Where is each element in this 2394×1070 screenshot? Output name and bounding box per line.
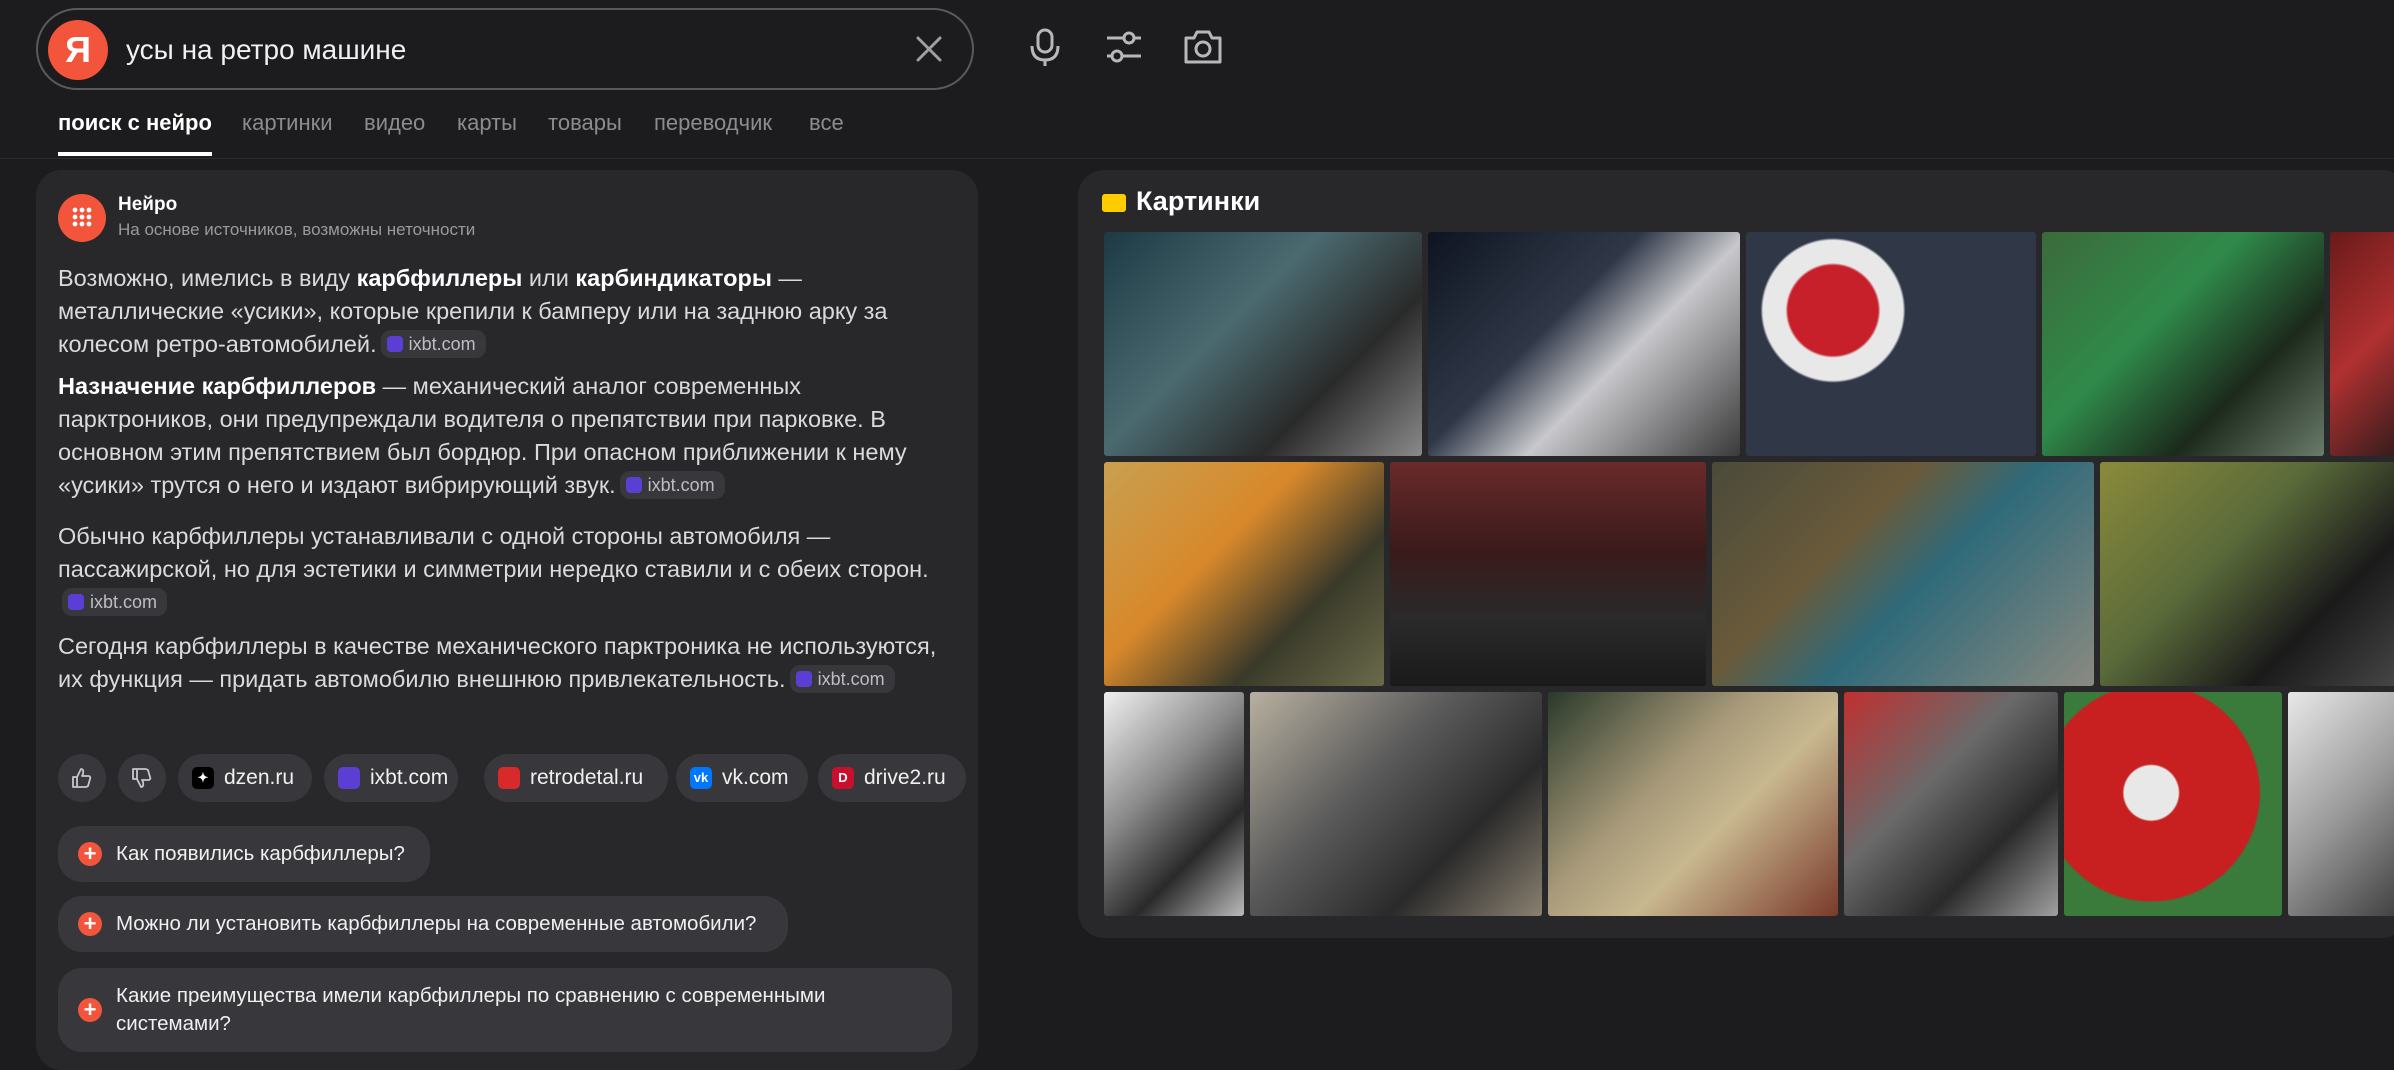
followup-question[interactable]: + Можно ли установить карбфиллеры на сов… (58, 896, 788, 952)
images-icon (1102, 194, 1126, 212)
neuro-avatar (58, 194, 106, 242)
active-tab-indicator (58, 152, 212, 156)
image-thumbnail[interactable] (1104, 692, 1244, 916)
ixbt-icon (795, 671, 812, 687)
neuro-title: Нейро (118, 194, 178, 215)
image-thumbnail[interactable] (1746, 232, 2036, 456)
yandex-logo[interactable]: Я (48, 20, 108, 80)
neuro-disclaimer: На основе источников, возможны неточност… (118, 220, 476, 239)
source-chip-vk[interactable]: vk vk.com (676, 754, 808, 802)
image-thumbnail[interactable] (1104, 462, 1384, 686)
tab-maps[interactable]: карты (457, 110, 517, 136)
image-thumbnail[interactable] (1390, 462, 1706, 686)
microphone-icon[interactable] (1022, 24, 1068, 70)
header-divider (0, 158, 2394, 159)
images-block: Картинки (1078, 170, 2394, 938)
search-box[interactable]: Я усы на ретро машине (36, 8, 974, 90)
plus-icon: + (78, 998, 102, 1022)
ixbt-icon (625, 477, 642, 493)
answer-paragraph: Назначение карбфиллеров — механический а… (58, 373, 907, 499)
retrodetal-icon (498, 767, 520, 789)
source-badge[interactable]: ixbt.com (380, 330, 486, 358)
tab-neuro[interactable]: поиск с нейро (58, 110, 212, 136)
camera-icon[interactable] (1180, 24, 1226, 70)
tab-images[interactable]: картинки (242, 110, 333, 136)
close-icon[interactable] (908, 28, 950, 70)
followup-question[interactable]: + Как появились карбфиллеры? (58, 826, 430, 882)
source-chip-ixbt[interactable]: ixbt.com (324, 754, 458, 802)
source-chip-drive2[interactable]: Ddrive2.ru (818, 754, 966, 802)
followup-question[interactable]: + Какие преимущества имели карбфиллеры п… (58, 968, 952, 1052)
image-thumbnail[interactable] (1104, 232, 1422, 456)
image-thumbnail[interactable] (1712, 462, 2094, 686)
thumbs-down-icon (132, 768, 152, 788)
filters-icon[interactable] (1101, 24, 1147, 70)
tab-video[interactable]: видео (364, 110, 425, 136)
image-thumbnail[interactable] (2100, 462, 2394, 686)
source-chip-retrodetal[interactable]: retrodetal.ru (484, 754, 668, 802)
source-badge[interactable]: ixbt.com (619, 471, 725, 499)
ixbt-icon (386, 336, 403, 352)
search-input[interactable]: усы на ретро машине (126, 34, 406, 66)
image-thumbnail[interactable] (2042, 232, 2324, 456)
images-title[interactable]: Картинки (1136, 186, 1260, 217)
plus-icon: + (78, 912, 102, 936)
image-thumbnail[interactable] (1250, 692, 1542, 916)
answer-paragraph: Сегодня карбфиллеры в качестве механичес… (58, 633, 937, 693)
drive2-icon: D (832, 767, 854, 789)
image-thumbnail[interactable] (2064, 692, 2282, 916)
tab-translator[interactable]: переводчик (654, 110, 772, 136)
image-thumbnail[interactable] (2330, 232, 2394, 456)
tab-products[interactable]: товары (548, 110, 622, 136)
neuro-answer-card: Нейро На основе источников, возможны нет… (36, 170, 978, 1070)
image-thumbnail[interactable] (2288, 692, 2394, 916)
image-thumbnail[interactable] (1428, 232, 1740, 456)
source-badge[interactable]: ixbt.com (789, 665, 895, 693)
ixbt-icon (68, 594, 84, 610)
vk-icon: vk (690, 767, 712, 789)
answer-paragraph: Обычно карбфиллеры устанавливали с одной… (58, 520, 958, 619)
dislike-button[interactable] (118, 754, 166, 802)
ixbt-icon (338, 767, 360, 789)
answer-paragraph: Возможно, имелись в виду карбфиллеры или… (58, 265, 888, 358)
tab-all[interactable]: все (809, 110, 844, 136)
plus-icon: + (78, 842, 102, 866)
thumbs-up-icon (72, 768, 92, 788)
source-chip-dzen[interactable]: ✦ dzen.ru (178, 754, 312, 802)
neuro-dots-icon (72, 207, 92, 227)
image-thumbnail[interactable] (1548, 692, 1838, 916)
dzen-icon: ✦ (192, 767, 214, 789)
like-button[interactable] (58, 754, 106, 802)
source-badge[interactable]: ixbt.com (62, 588, 168, 616)
image-thumbnail[interactable] (1844, 692, 2058, 916)
